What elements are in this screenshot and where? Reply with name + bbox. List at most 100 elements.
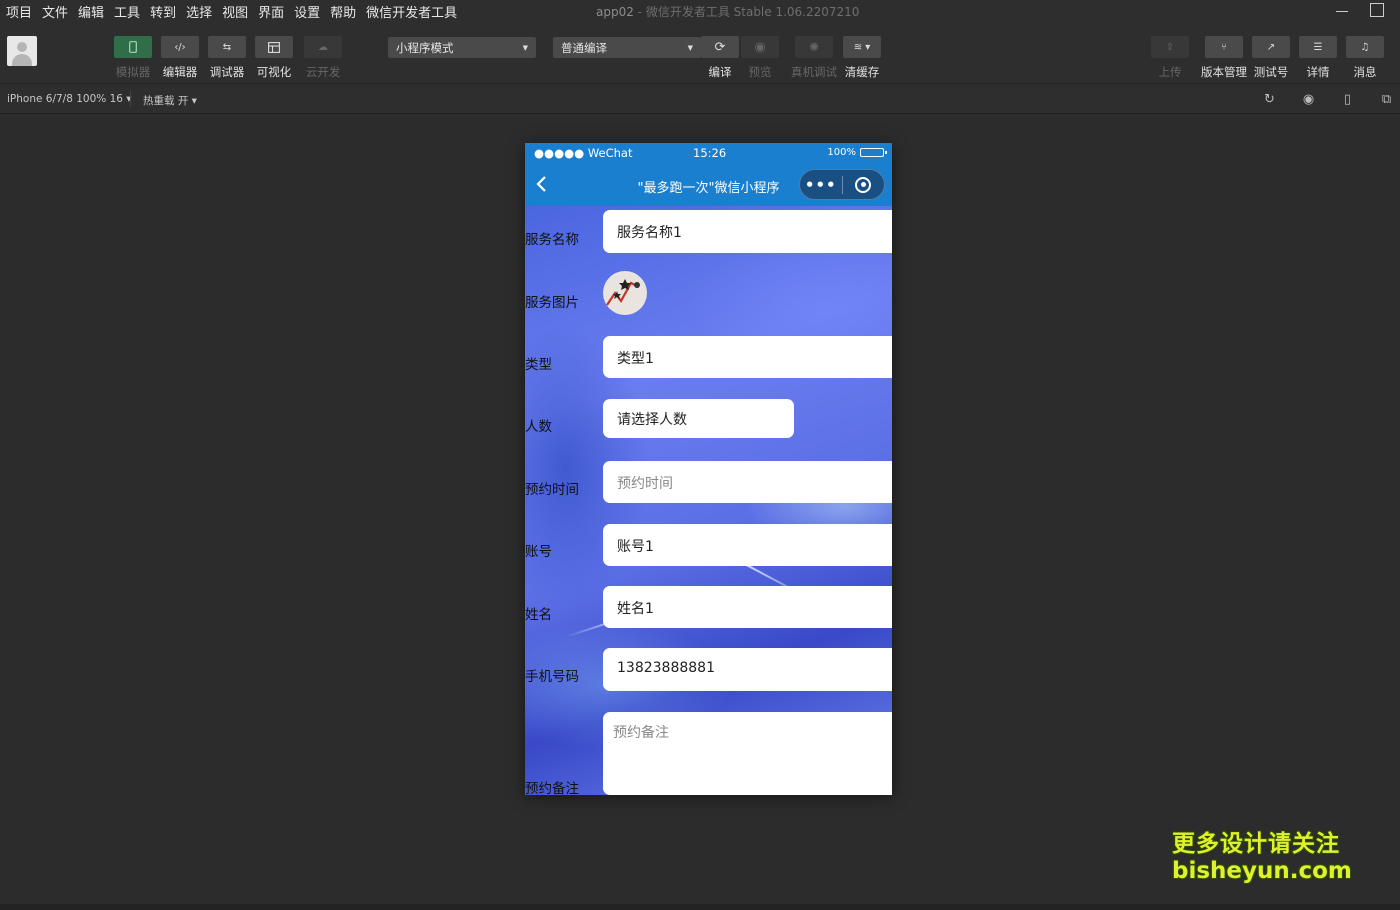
battery-icon	[860, 148, 887, 157]
compile-select-value: 普通编译	[561, 40, 607, 55]
clear-cache-label: 清缓存	[844, 65, 880, 79]
visual-button[interactable]: 可视化	[255, 36, 293, 80]
type-label: 类型	[525, 357, 552, 373]
window-title: app02 - 微信开发者工具 Stable 1.06.2207210	[596, 3, 859, 20]
simulator-subbar: iPhone 6/7/8 100% 16 ▾ 热重载 开 ▾ ↻ ◉ ▯ ⧉	[0, 85, 1400, 114]
clear-cache-button[interactable]: ≋ ▾ 清缓存	[843, 36, 881, 80]
visual-label: 可视化	[256, 65, 292, 79]
watermark: 更多设计请关注 bisheyun.com	[1172, 831, 1352, 885]
menu-project[interactable]: 项目	[6, 2, 32, 21]
messages-label: 消息	[1353, 65, 1377, 79]
service-image-label: 服务图片	[525, 295, 579, 311]
editor-button[interactable]: ‹/› 编辑器	[161, 36, 199, 80]
simulator-button[interactable]: 模拟器	[114, 36, 152, 80]
phone-number-label: 手机号码	[525, 669, 579, 685]
debug-icon: ⇆	[208, 36, 246, 58]
watermark-line1: 更多设计请关注	[1172, 831, 1340, 857]
menu-edit[interactable]: 编辑	[78, 2, 104, 21]
details-label: 详情	[1306, 65, 1330, 79]
account-input[interactable]: 账号1	[603, 524, 892, 566]
people-count-picker[interactable]: 请选择人数	[603, 399, 794, 438]
divider	[130, 91, 131, 107]
preview-label: 预览	[748, 65, 772, 79]
branch-icon: ⑂	[1205, 36, 1243, 58]
menu-settings[interactable]: 设置	[294, 2, 320, 21]
remark-label: 预约备注	[525, 781, 579, 795]
service-image-thumbnail[interactable]	[603, 271, 647, 315]
menu-help[interactable]: 帮助	[330, 2, 356, 21]
compile-label: 编译	[708, 65, 732, 79]
simulator-actions: ↻ ◉ ▯ ⧉	[1262, 92, 1394, 107]
device-select[interactable]: iPhone 6/7/8 100% 16 ▾	[7, 93, 132, 105]
status-strip	[0, 904, 1400, 910]
cloud-button[interactable]: ☁ 云开发	[304, 36, 342, 80]
status-time: 15:26	[693, 146, 727, 160]
nav-bar: "最多跑一次"微信小程序 •••	[525, 163, 892, 206]
upload-button[interactable]: ⇪ 上传	[1151, 36, 1189, 80]
name-label: 姓名	[525, 607, 552, 623]
mini-program-capsule: •••	[799, 169, 885, 200]
menu-goto[interactable]: 转到	[150, 2, 176, 21]
toolbar: 模拟器 ‹/› 编辑器 ⇆ 调试器 可视化 ☁ 云开发 小程序模式 ▼ 普通编译…	[0, 22, 1400, 84]
type-input[interactable]: 类型1	[603, 336, 892, 378]
window-title-separator: -	[633, 5, 646, 19]
record-icon[interactable]: ◉	[1301, 92, 1316, 107]
editor-label: 编辑器	[162, 65, 198, 79]
service-name-input[interactable]: 服务名称1	[603, 210, 892, 253]
rotate-icon[interactable]: ↻	[1262, 92, 1277, 107]
menu-file[interactable]: 文件	[42, 2, 68, 21]
menu-view[interactable]: 视图	[222, 2, 248, 21]
window-app-name: app02	[596, 5, 634, 19]
test-account-button[interactable]: ↗ 测试号	[1252, 36, 1290, 80]
account-label: 账号	[525, 544, 552, 560]
menu-tools[interactable]: 工具	[114, 2, 140, 21]
remote-debug-button[interactable]: ✺ 真机调试	[791, 36, 837, 80]
carrier-label: ●●●●● WeChat	[534, 146, 633, 160]
external-icon: ↗	[1252, 36, 1290, 58]
watermark-line2: bisheyun.com	[1172, 858, 1352, 885]
appointment-time-input[interactable]: 预约时间	[603, 461, 892, 503]
upload-icon: ⇪	[1151, 36, 1189, 58]
name-input[interactable]: 姓名1	[603, 586, 892, 628]
menu-devtools[interactable]: 微信开发者工具	[366, 2, 457, 21]
compile-select[interactable]: 普通编译 ▼	[553, 37, 701, 58]
phone-icon	[114, 36, 152, 58]
menu-interface[interactable]: 界面	[258, 2, 284, 21]
remote-debug-label: 真机调试	[791, 65, 837, 79]
layers-icon: ≋ ▾	[843, 36, 881, 58]
cloud-label: 云开发	[305, 65, 341, 79]
code-icon: ‹/›	[161, 36, 199, 58]
menu-icon: ☰	[1299, 36, 1337, 58]
booking-form: 服务名称 服务名称1 服务图片 类型 类型1 人数 请选择人数 预约时间 预约时…	[525, 206, 892, 795]
battery-status: 100%	[827, 147, 887, 158]
phone-status-bar: ●●●●● WeChat 15:26 100%	[525, 143, 892, 163]
messages-button[interactable]: ♫ 消息	[1346, 36, 1384, 80]
debugger-label: 调试器	[209, 65, 245, 79]
menu-select[interactable]: 选择	[186, 2, 212, 21]
details-button[interactable]: ☰ 详情	[1299, 36, 1337, 80]
cloud-icon: ☁	[304, 36, 342, 58]
remark-textarea[interactable]: 预约备注	[603, 712, 892, 795]
window-controls	[1336, 0, 1384, 20]
more-icon[interactable]: •••	[800, 176, 842, 194]
preview-button[interactable]: ◉ 预览	[741, 36, 779, 80]
compile-button[interactable]: ⟳ 编译	[701, 36, 739, 80]
chevron-down-icon: ▼	[687, 43, 693, 52]
eye-icon: ◉	[741, 36, 779, 58]
hot-reload-toggle[interactable]: 热重载 开 ▾	[143, 93, 197, 108]
phone-number-input[interactable]: 13823888881	[603, 648, 892, 691]
user-avatar[interactable]	[7, 36, 37, 66]
upload-label: 上传	[1158, 65, 1182, 79]
layout-icon	[255, 36, 293, 58]
minimize-button[interactable]	[1336, 10, 1348, 12]
window-product-name: 微信开发者工具 Stable 1.06.2207210	[645, 5, 860, 19]
version-button[interactable]: ⑂ 版本管理	[1201, 36, 1247, 80]
mode-select[interactable]: 小程序模式 ▼	[388, 37, 536, 58]
debugger-button[interactable]: ⇆ 调试器	[208, 36, 246, 80]
test-account-label: 测试号	[1253, 65, 1289, 79]
maximize-button[interactable]	[1370, 3, 1384, 17]
device-icon[interactable]: ▯	[1340, 92, 1355, 107]
bug-icon: ✺	[795, 36, 833, 58]
detach-icon[interactable]: ⧉	[1379, 92, 1394, 107]
close-mini-program-button[interactable]	[842, 176, 884, 193]
